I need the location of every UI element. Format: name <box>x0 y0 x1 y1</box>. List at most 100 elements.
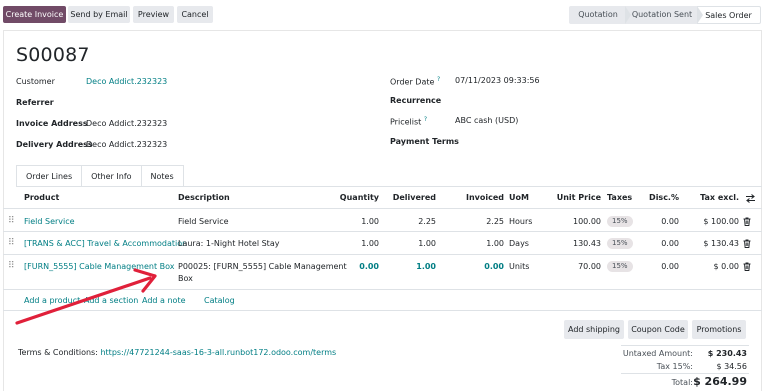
divider <box>621 373 749 374</box>
add-note-link[interactable]: Add a note <box>142 296 186 305</box>
column-header-taxes[interactable]: Taxes <box>607 193 632 202</box>
stage-quotation[interactable]: Quotation <box>569 6 627 24</box>
customer-label: Customer <box>16 77 55 86</box>
row-product[interactable]: [FURN_5555] Cable Management Box <box>24 262 175 271</box>
row-invoiced: 2.25 <box>486 217 504 226</box>
terms-label: Terms & Conditions: <box>18 348 98 357</box>
tax-value: $ 34.56 <box>716 362 747 371</box>
untaxed-amount-label: Untaxed Amount: <box>622 349 693 358</box>
row-quantity[interactable]: 1.00 <box>329 217 379 226</box>
chevron-right-icon <box>697 6 703 24</box>
order-date-field[interactable]: 07/11/2023 09:33:56 <box>455 76 540 85</box>
trash-icon[interactable] <box>743 217 751 226</box>
row-delivered[interactable]: 1.00 <box>386 262 436 271</box>
column-header-delivered[interactable]: Delivered <box>386 193 436 202</box>
divider <box>3 231 762 232</box>
divider <box>3 310 762 311</box>
row-uom[interactable]: Days <box>509 239 529 248</box>
row-description[interactable]: Field Service <box>178 217 229 226</box>
referrer-label: Referrer <box>16 98 54 107</box>
row-uom[interactable]: Units <box>509 262 529 271</box>
row-delivered[interactable]: 2.25 <box>386 217 436 226</box>
row-uom[interactable]: Hours <box>509 217 532 226</box>
row-product[interactable]: [TRANS & ACC] Travel & Accommodation <box>24 239 187 248</box>
row-product[interactable]: Field Service <box>24 217 75 226</box>
terms-link[interactable]: https://47721244-saas-16-3-all.runbot172… <box>100 348 336 357</box>
delivery-address-label: Delivery Address <box>16 140 93 149</box>
divider <box>621 345 749 346</box>
row-discount[interactable]: 0.00 <box>640 262 679 271</box>
total-value: $ 264.99 <box>693 375 747 388</box>
stage-quotation-sent[interactable]: Quotation Sent <box>627 6 697 24</box>
column-header-quantity[interactable]: Quantity <box>330 193 379 202</box>
column-header-unit-price[interactable]: Unit Price <box>550 193 601 202</box>
divider <box>3 208 762 209</box>
order-date-label: Order Date ? <box>390 76 441 87</box>
total-label: Total: <box>671 378 693 387</box>
tax-badge[interactable]: 15% <box>607 238 633 249</box>
row-description-continued[interactable]: Box <box>178 274 193 283</box>
optional-columns-icon[interactable] <box>745 194 756 203</box>
tab-order-lines[interactable]: Order Lines <box>16 165 83 187</box>
invoice-address-label: Invoice Address <box>16 119 88 128</box>
row-discount[interactable]: 0.00 <box>640 239 679 248</box>
divider <box>3 254 762 255</box>
invoice-address-field[interactable]: Deco Addict.232323 <box>86 119 167 128</box>
tax-badge[interactable]: 15% <box>607 261 633 272</box>
column-header-product[interactable]: Product <box>24 193 59 202</box>
add-shipping-button[interactable]: Add shipping <box>564 320 624 339</box>
drag-handle-icon[interactable]: ⠿ <box>8 239 15 248</box>
customer-field[interactable]: Deco Addict.232323 <box>86 77 167 86</box>
column-header-discount[interactable]: Disc.% <box>640 193 679 202</box>
tab-notes[interactable]: Notes <box>141 165 184 187</box>
tab-other-info[interactable]: Other Info <box>82 165 142 187</box>
cancel-button[interactable]: Cancel <box>177 6 213 23</box>
catalog-link[interactable]: Catalog <box>204 296 235 305</box>
row-quantity[interactable]: 0.00 <box>329 262 379 271</box>
terms-and-conditions: Terms & Conditions: https://47721244-saa… <box>18 348 336 357</box>
help-icon[interactable]: ? <box>437 76 440 83</box>
trash-icon[interactable] <box>743 239 751 248</box>
payment-terms-label: Payment Terms <box>390 137 459 146</box>
row-invoiced: 0.00 <box>484 262 504 271</box>
help-icon[interactable]: ? <box>424 116 427 123</box>
row-unit-price[interactable]: 70.00 <box>550 262 601 271</box>
tax-badge[interactable]: 15% <box>607 216 633 227</box>
column-header-description[interactable]: Description <box>178 193 230 202</box>
row-subtotal: $ 0.00 <box>713 262 739 271</box>
row-unit-price[interactable]: 100.00 <box>550 217 601 226</box>
divider <box>16 186 762 187</box>
column-header-tax-excl[interactable]: Tax excl. <box>690 193 739 202</box>
stage-sales-order[interactable]: Sales Order <box>697 6 761 24</box>
chevron-right-icon <box>625 6 631 24</box>
drag-handle-icon[interactable]: ⠿ <box>8 217 15 226</box>
row-quantity[interactable]: 1.00 <box>329 239 379 248</box>
row-discount[interactable]: 0.00 <box>640 217 679 226</box>
row-description[interactable]: P00025: [FURN_5555] Cable Management <box>178 262 347 271</box>
recurrence-label: Recurrence <box>390 96 442 105</box>
preview-button[interactable]: Preview <box>133 6 174 23</box>
row-delivered[interactable]: 1.00 <box>386 239 436 248</box>
add-product-link[interactable]: Add a product <box>24 296 80 305</box>
page-title: S00087 <box>16 44 90 66</box>
column-header-uom[interactable]: UoM <box>509 193 529 202</box>
send-by-email-button[interactable]: Send by Email <box>68 6 130 23</box>
row-invoiced: 1.00 <box>486 239 504 248</box>
drag-handle-icon[interactable]: ⠿ <box>8 262 15 271</box>
trash-icon[interactable] <box>743 262 751 271</box>
row-description[interactable]: Laura: 1-Night Hotel Stay <box>178 239 279 248</box>
column-header-invoiced[interactable]: Invoiced <box>454 193 504 202</box>
pricelist-field[interactable]: ABC cash (USD) <box>455 116 518 125</box>
row-subtotal: $ 130.43 <box>703 239 739 248</box>
status-bar: Quotation Quotation Sent Sales Order <box>569 6 761 24</box>
create-invoice-button[interactable]: Create Invoice <box>3 6 66 23</box>
add-section-link[interactable]: Add a section <box>84 296 138 305</box>
pricelist-label: Pricelist ? <box>390 116 427 127</box>
row-subtotal: $ 100.00 <box>703 217 739 226</box>
control-panel: Create Invoice Send by Email Preview Can… <box>0 0 765 30</box>
promotions-button[interactable]: Promotions <box>692 320 746 339</box>
coupon-code-button[interactable]: Coupon Code <box>628 320 688 339</box>
tax-label: Tax 15%: <box>656 362 693 371</box>
row-unit-price[interactable]: 130.43 <box>550 239 601 248</box>
delivery-address-field[interactable]: Deco Addict.232323 <box>86 140 167 149</box>
